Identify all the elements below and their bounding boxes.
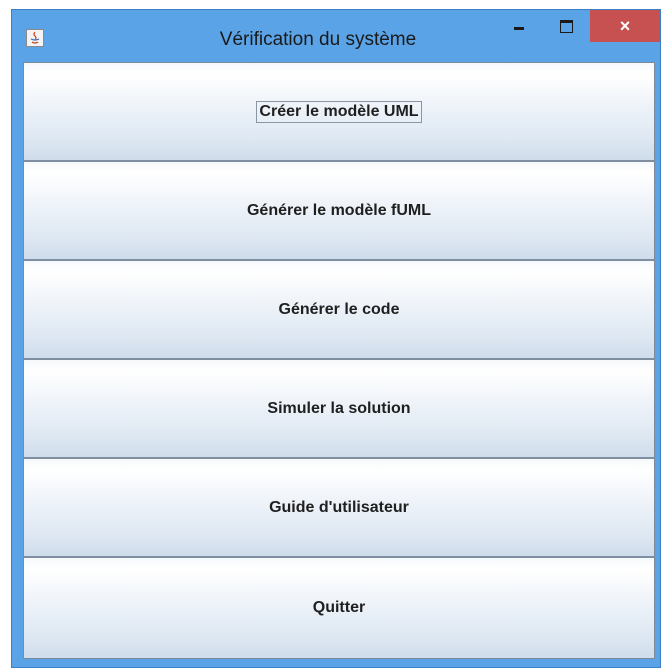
button-label: Quitter xyxy=(312,599,366,616)
button-label: Générer le code xyxy=(278,300,400,318)
button-panel: Créer le modèle UML Générer le modèle fU… xyxy=(23,62,655,659)
window-title-text: Vérification du système xyxy=(219,29,417,50)
app-window: Vérification du système × Créer le modèl… xyxy=(12,10,660,667)
title-bar[interactable]: Vérification du système × xyxy=(12,10,660,62)
background-window-strip xyxy=(0,0,662,10)
close-button[interactable]: × xyxy=(590,10,660,42)
button-label: Guide d'utilisateur xyxy=(269,498,409,516)
button-label: Créer le modèle UML xyxy=(256,100,422,123)
create-uml-model-button[interactable]: Créer le modèle UML xyxy=(24,63,654,162)
quit-button[interactable]: Quitter xyxy=(24,558,654,658)
generate-fuml-model-button[interactable]: Générer le modèle fUML xyxy=(24,162,654,261)
button-label: Générer le modèle fUML xyxy=(246,201,432,219)
generate-code-button[interactable]: Générer le code xyxy=(24,261,654,360)
user-guide-button[interactable]: Guide d'utilisateur xyxy=(24,459,654,558)
maximize-button[interactable] xyxy=(552,10,580,40)
simulate-solution-button[interactable]: Simuler la solution xyxy=(24,360,654,459)
minimize-icon xyxy=(514,26,524,30)
minimize-button[interactable] xyxy=(505,10,533,40)
close-icon: × xyxy=(619,15,631,36)
button-label: Simuler la solution xyxy=(267,399,411,417)
maximize-icon xyxy=(559,19,573,33)
